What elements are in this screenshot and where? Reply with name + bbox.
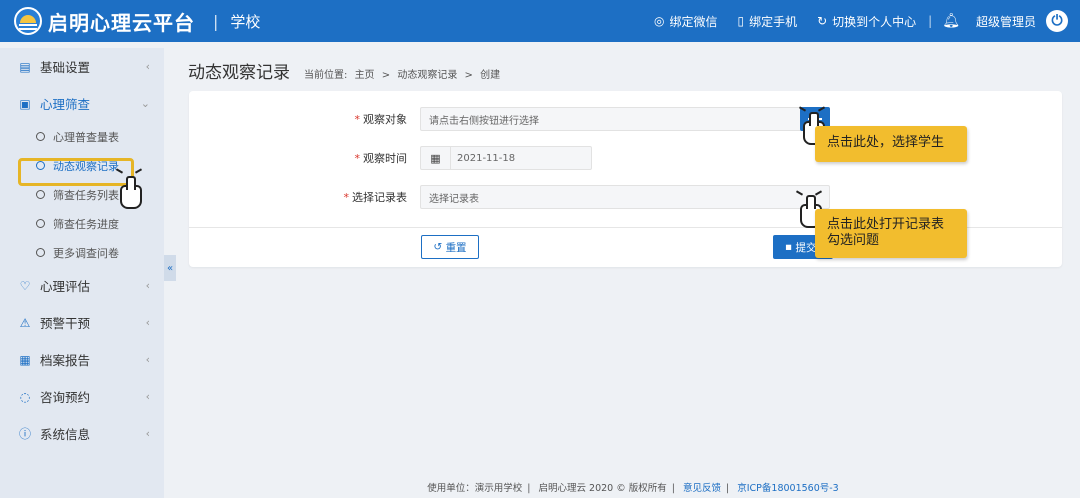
switch-icon: ↻	[817, 14, 828, 28]
header-separator: |	[213, 11, 219, 31]
breadcrumb-separator: >	[381, 70, 391, 81]
save-icon: ▪	[785, 241, 796, 253]
sidebar: ▤ 基础设置 ‹ ▣ 心理筛查 ⌄ 心理普查量表 动态观察记录 筛查任务列表 筛…	[0, 48, 164, 498]
breadcrumb-section[interactable]: 动态观察记录	[397, 70, 457, 81]
chat-icon: ◌	[19, 389, 31, 404]
form-row-target: * 观察对象 请点击右侧按钮进行选择	[307, 107, 830, 131]
record-table-select[interactable]: 选择记录表	[420, 185, 830, 209]
info-icon: ⓘ	[18, 427, 31, 441]
sidebar-collapse-button[interactable]: «	[164, 255, 176, 281]
breadcrumb-current: 创建	[480, 70, 501, 81]
bind-wechat-label: 绑定微信	[669, 14, 718, 29]
power-icon[interactable]: ⏻	[1046, 10, 1068, 32]
breadcrumb-prefix: 当前位置:	[304, 70, 348, 81]
date-value: 2021-11-18	[457, 152, 516, 164]
archive-icon: ▦	[19, 352, 31, 367]
sidebar-subitem-label: 筛查任务进度	[53, 217, 119, 231]
form-row-time: * 观察时间 ▦ 2021-11-18	[307, 146, 592, 170]
circle-icon	[36, 190, 45, 199]
submit-label: 提交	[795, 241, 817, 254]
clipboard-icon: ▣	[19, 96, 31, 111]
top-bar: 启明心理云平台 | 学校 ◎ 绑定微信 ▯ 绑定手机 ↻ 切换到个人中心 | 🔔…	[0, 0, 1080, 42]
chevron-left-icon: ‹	[145, 279, 150, 292]
breadcrumb-separator: >	[464, 70, 473, 81]
click-rays-icon	[116, 168, 142, 182]
chevron-left-icon: ‹	[145, 353, 150, 366]
tooltip-line: 点击此处打开记录表	[827, 217, 945, 232]
sidebar-item-system-info[interactable]: ⓘ 系统信息 ‹	[0, 415, 164, 452]
chevron-left-icon: ‹	[145, 390, 150, 403]
sidebar-item-consultation[interactable]: ◌ 咨询预约 ‹	[0, 378, 164, 415]
tooltip-open-record: 点击此处打开记录表 勾选问题	[815, 209, 967, 258]
footer-copyright: 启明心理云 2020 © 版权所有	[538, 483, 667, 494]
sidebar-subitem-label: 心理普查量表	[53, 130, 119, 144]
sidebar-item-screening[interactable]: ▣ 心理筛查 ⌄	[0, 85, 164, 122]
breadcrumb-home[interactable]: 主页	[355, 70, 375, 81]
calendar-icon: ▦	[421, 146, 451, 170]
sidebar-item-label: 心理评估	[40, 279, 91, 294]
chevron-left-icon: ‹	[145, 60, 150, 73]
field-label: * 观察对象	[354, 113, 408, 126]
sidebar-item-label: 咨询预约	[40, 390, 91, 405]
breadcrumb: 当前位置: 主页 > 动态观察记录 > 创建	[304, 66, 504, 81]
sidebar-item-label: 心理筛查	[40, 97, 91, 112]
school-label: 学校	[230, 12, 261, 31]
page-title: 动态观察记录	[188, 63, 290, 83]
footer: 使用单位：演示用学校 | 启明心理云 2020 © 版权所有 | 意见反馈 | 京IC…	[427, 483, 839, 494]
logo[interactable]: 启明心理云平台	[14, 7, 195, 36]
field-label: * 选择记录表	[343, 191, 408, 204]
bind-wechat-link[interactable]: ◎ 绑定微信	[654, 13, 718, 30]
date-field[interactable]: ▦ 2021-11-18	[420, 146, 592, 170]
sidebar-item-reports[interactable]: ▦ 档案报告 ‹	[0, 341, 164, 378]
sidebar-item-assessment[interactable]: ♡ 心理评估 ‹	[0, 267, 164, 304]
circle-icon	[36, 219, 45, 228]
settings-icon: ▤	[19, 59, 31, 74]
feedback-link[interactable]: 意见反馈	[683, 483, 721, 494]
user-name[interactable]: 超级管理员	[976, 13, 1036, 30]
target-input[interactable]: 请点击右侧按钮进行选择	[420, 107, 830, 131]
tooltip-line: 勾选问题	[827, 233, 880, 248]
field-label: * 观察时间	[354, 152, 408, 165]
chevron-left-icon: ‹	[145, 427, 150, 440]
bind-phone-link[interactable]: ▯ 绑定手机	[737, 13, 797, 30]
sidebar-subitem-more-surveys[interactable]: 更多调查问卷	[0, 238, 164, 267]
phone-icon: ▯	[737, 14, 745, 28]
page-header: 动态观察记录 当前位置: 主页 > 动态观察记录 > 创建	[188, 58, 504, 83]
chevron-down-icon: ⌄	[140, 97, 150, 110]
circle-icon	[36, 132, 45, 141]
icp-link[interactable]: 京ICP备18001560号-3	[737, 483, 839, 494]
footer-unit: 使用单位：演示用学校	[427, 483, 523, 494]
alarm-icon: ⚠︎	[19, 315, 31, 330]
sidebar-item-warning[interactable]: ⚠︎ 预警干预 ‹	[0, 304, 164, 341]
tooltip-select-student: 点击此处，选择学生	[815, 126, 967, 162]
reset-button[interactable]: ↺ 重置	[421, 235, 479, 259]
sidebar-item-basic-settings[interactable]: ▤ 基础设置 ‹	[0, 48, 164, 85]
sidebar-subitem-survey-scale[interactable]: 心理普查量表	[0, 122, 164, 151]
bell-icon[interactable]: 🔔︎	[942, 13, 960, 29]
circle-icon	[36, 248, 45, 257]
chevron-left-icon: ‹	[145, 316, 150, 329]
logo-text: 启明心理云平台	[48, 10, 195, 35]
header-divider: |	[928, 14, 933, 28]
heart-icon: ♡	[19, 278, 31, 293]
logo-icon	[14, 7, 42, 35]
sidebar-item-label: 基础设置	[40, 60, 91, 75]
sidebar-item-label: 档案报告	[40, 353, 91, 368]
bind-phone-label: 绑定手机	[749, 14, 798, 29]
switch-personal-link[interactable]: ↻ 切换到个人中心	[817, 13, 916, 30]
form-row-record: * 选择记录表 选择记录表	[307, 185, 830, 209]
sidebar-subitem-label: 更多调查问卷	[53, 246, 119, 260]
hand-pointer-icon	[120, 176, 142, 209]
sidebar-subitem-task-progress[interactable]: 筛查任务进度	[0, 209, 164, 238]
wechat-icon: ◎	[653, 14, 665, 28]
switch-personal-label: 切换到个人中心	[832, 14, 917, 29]
sidebar-subitem-label: 筛查任务列表	[53, 188, 119, 202]
sidebar-item-label: 系统信息	[40, 427, 91, 442]
reset-icon: ↺	[433, 241, 446, 253]
reset-label: 重置	[445, 241, 467, 254]
sidebar-item-label: 预警干预	[40, 316, 91, 331]
